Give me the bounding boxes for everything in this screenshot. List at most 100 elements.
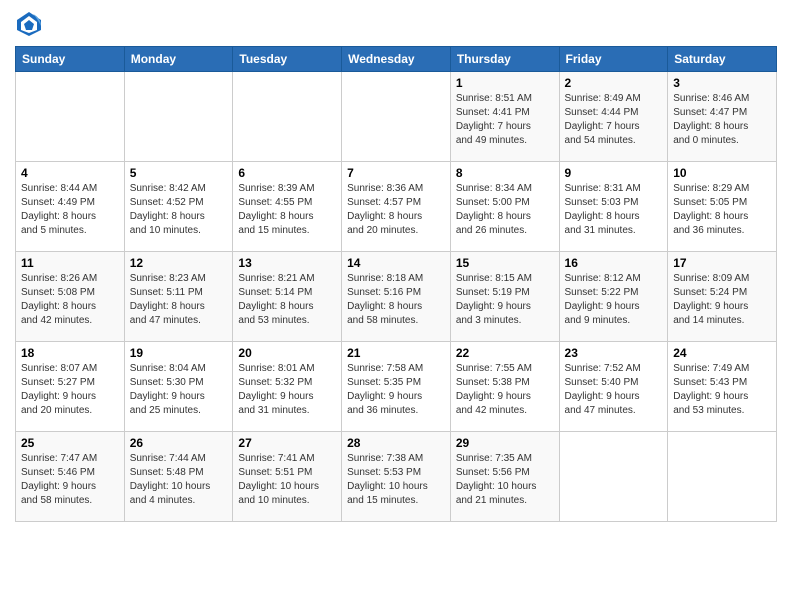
calendar-week-row: 11 Sunrise: 8:26 AM Sunset: 5:08 PM Dayli…	[16, 252, 777, 342]
day-number: 23	[565, 346, 663, 360]
day-number: 7	[347, 166, 445, 180]
day-number: 11	[21, 256, 119, 270]
day-info: Sunrise: 7:41 AM Sunset: 5:51 PM Dayligh…	[238, 452, 336, 508]
calendar-week-row: 25 Sunrise: 7:47 AM Sunset: 5:46 PM Dayli…	[16, 432, 777, 522]
day-info: Sunrise: 7:38 AM Sunset: 5:53 PM Dayligh…	[347, 452, 445, 508]
day-info: Sunrise: 8:34 AM Sunset: 5:00 PM Dayligh…	[456, 182, 554, 238]
calendar-cell: 24 Sunrise: 7:49 AM Sunset: 5:43 PM Dayli…	[668, 342, 777, 432]
day-number: 18	[21, 346, 119, 360]
calendar-cell: 25 Sunrise: 7:47 AM Sunset: 5:46 PM Dayli…	[16, 432, 125, 522]
weekday-header: Friday	[559, 47, 668, 72]
calendar-cell: 17 Sunrise: 8:09 AM Sunset: 5:24 PM Dayli…	[668, 252, 777, 342]
weekday-header: Monday	[124, 47, 233, 72]
day-info: Sunrise: 8:29 AM Sunset: 5:05 PM Dayligh…	[673, 182, 771, 238]
calendar-cell: 23 Sunrise: 7:52 AM Sunset: 5:40 PM Dayli…	[559, 342, 668, 432]
weekday-header: Tuesday	[233, 47, 342, 72]
day-number: 5	[130, 166, 228, 180]
day-info: Sunrise: 8:18 AM Sunset: 5:16 PM Dayligh…	[347, 272, 445, 328]
calendar-week-row: 4Sunrise: 8:44 AM Sunset: 4:49 PM Daylig…	[16, 162, 777, 252]
calendar-week-row: 1Sunrise: 8:51 AM Sunset: 4:41 PM Daylig…	[16, 72, 777, 162]
day-info: Sunrise: 8:31 AM Sunset: 5:03 PM Dayligh…	[565, 182, 663, 238]
day-number: 6	[238, 166, 336, 180]
weekday-header: Sunday	[16, 47, 125, 72]
calendar-cell: 1Sunrise: 8:51 AM Sunset: 4:41 PM Daylig…	[450, 72, 559, 162]
day-number: 29	[456, 436, 554, 450]
day-info: Sunrise: 7:55 AM Sunset: 5:38 PM Dayligh…	[456, 362, 554, 418]
weekday-header: Thursday	[450, 47, 559, 72]
day-number: 1	[456, 76, 554, 90]
calendar-cell: 20 Sunrise: 8:01 AM Sunset: 5:32 PM Dayli…	[233, 342, 342, 432]
day-info: Sunrise: 8:49 AM Sunset: 4:44 PM Dayligh…	[565, 92, 663, 148]
weekday-header-row: SundayMondayTuesdayWednesdayThursdayFrid…	[16, 47, 777, 72]
day-info: Sunrise: 8:07 AM Sunset: 5:27 PM Dayligh…	[21, 362, 119, 418]
calendar-cell: 5 Sunrise: 8:42 AM Sunset: 4:52 PM Daylig…	[124, 162, 233, 252]
page-header	[15, 10, 777, 38]
day-number: 21	[347, 346, 445, 360]
day-number: 22	[456, 346, 554, 360]
calendar-cell: 8 Sunrise: 8:34 AM Sunset: 5:00 PM Daylig…	[450, 162, 559, 252]
calendar-cell: 19 Sunrise: 8:04 AM Sunset: 5:30 PM Dayli…	[124, 342, 233, 432]
day-info: Sunrise: 7:49 AM Sunset: 5:43 PM Dayligh…	[673, 362, 771, 418]
calendar-cell: 15Sunrise: 8:15 AM Sunset: 5:19 PM Dayli…	[450, 252, 559, 342]
day-number: 8	[456, 166, 554, 180]
day-number: 4	[21, 166, 119, 180]
weekday-header: Saturday	[668, 47, 777, 72]
day-info: Sunrise: 7:47 AM Sunset: 5:46 PM Dayligh…	[21, 452, 119, 508]
calendar-cell: 26 Sunrise: 7:44 AM Sunset: 5:48 PM Dayli…	[124, 432, 233, 522]
calendar-cell	[16, 72, 125, 162]
calendar-cell: 27 Sunrise: 7:41 AM Sunset: 5:51 PM Dayli…	[233, 432, 342, 522]
day-number: 25	[21, 436, 119, 450]
day-number: 12	[130, 256, 228, 270]
day-info: Sunrise: 8:26 AM Sunset: 5:08 PM Dayligh…	[21, 272, 119, 328]
calendar-cell: 18 Sunrise: 8:07 AM Sunset: 5:27 PM Dayli…	[16, 342, 125, 432]
day-info: Sunrise: 8:04 AM Sunset: 5:30 PM Dayligh…	[130, 362, 228, 418]
day-number: 24	[673, 346, 771, 360]
day-info: Sunrise: 7:58 AM Sunset: 5:35 PM Dayligh…	[347, 362, 445, 418]
calendar-cell	[124, 72, 233, 162]
logo-icon	[15, 10, 43, 38]
calendar-cell: 6Sunrise: 8:39 AM Sunset: 4:55 PM Daylig…	[233, 162, 342, 252]
calendar-table: SundayMondayTuesdayWednesdayThursdayFrid…	[15, 46, 777, 522]
calendar-cell: 16Sunrise: 8:12 AM Sunset: 5:22 PM Dayli…	[559, 252, 668, 342]
calendar-cell: 7 Sunrise: 8:36 AM Sunset: 4:57 PM Daylig…	[342, 162, 451, 252]
calendar-cell: 22 Sunrise: 7:55 AM Sunset: 5:38 PM Dayli…	[450, 342, 559, 432]
calendar-cell	[559, 432, 668, 522]
day-number: 15	[456, 256, 554, 270]
day-number: 28	[347, 436, 445, 450]
calendar-cell: 12 Sunrise: 8:23 AM Sunset: 5:11 PM Dayli…	[124, 252, 233, 342]
calendar-cell: 4Sunrise: 8:44 AM Sunset: 4:49 PM Daylig…	[16, 162, 125, 252]
day-number: 2	[565, 76, 663, 90]
day-number: 9	[565, 166, 663, 180]
calendar-cell: 11 Sunrise: 8:26 AM Sunset: 5:08 PM Dayli…	[16, 252, 125, 342]
calendar-cell: 28 Sunrise: 7:38 AM Sunset: 5:53 PM Dayli…	[342, 432, 451, 522]
day-number: 3	[673, 76, 771, 90]
day-info: Sunrise: 8:46 AM Sunset: 4:47 PM Dayligh…	[673, 92, 771, 148]
calendar-week-row: 18 Sunrise: 8:07 AM Sunset: 5:27 PM Dayli…	[16, 342, 777, 432]
calendar-cell: 29 Sunrise: 7:35 AM Sunset: 5:56 PM Dayli…	[450, 432, 559, 522]
day-number: 16	[565, 256, 663, 270]
day-info: Sunrise: 7:52 AM Sunset: 5:40 PM Dayligh…	[565, 362, 663, 418]
calendar-cell: 21 Sunrise: 7:58 AM Sunset: 5:35 PM Dayli…	[342, 342, 451, 432]
day-info: Sunrise: 8:09 AM Sunset: 5:24 PM Dayligh…	[673, 272, 771, 328]
day-number: 14	[347, 256, 445, 270]
calendar-cell: 14 Sunrise: 8:18 AM Sunset: 5:16 PM Dayli…	[342, 252, 451, 342]
calendar-cell: 9 Sunrise: 8:31 AM Sunset: 5:03 PM Daylig…	[559, 162, 668, 252]
day-number: 26	[130, 436, 228, 450]
day-number: 20	[238, 346, 336, 360]
day-info: Sunrise: 8:23 AM Sunset: 5:11 PM Dayligh…	[130, 272, 228, 328]
day-info: Sunrise: 8:01 AM Sunset: 5:32 PM Dayligh…	[238, 362, 336, 418]
logo	[15, 10, 47, 38]
day-number: 10	[673, 166, 771, 180]
day-info: Sunrise: 7:44 AM Sunset: 5:48 PM Dayligh…	[130, 452, 228, 508]
day-number: 17	[673, 256, 771, 270]
weekday-header: Wednesday	[342, 47, 451, 72]
calendar-cell: 3 Sunrise: 8:46 AM Sunset: 4:47 PM Daylig…	[668, 72, 777, 162]
day-info: Sunrise: 8:42 AM Sunset: 4:52 PM Dayligh…	[130, 182, 228, 238]
day-number: 27	[238, 436, 336, 450]
calendar-cell: 10 Sunrise: 8:29 AM Sunset: 5:05 PM Dayli…	[668, 162, 777, 252]
day-number: 13	[238, 256, 336, 270]
day-info: Sunrise: 8:36 AM Sunset: 4:57 PM Dayligh…	[347, 182, 445, 238]
day-info: Sunrise: 7:35 AM Sunset: 5:56 PM Dayligh…	[456, 452, 554, 508]
calendar-cell	[668, 432, 777, 522]
day-number: 19	[130, 346, 228, 360]
